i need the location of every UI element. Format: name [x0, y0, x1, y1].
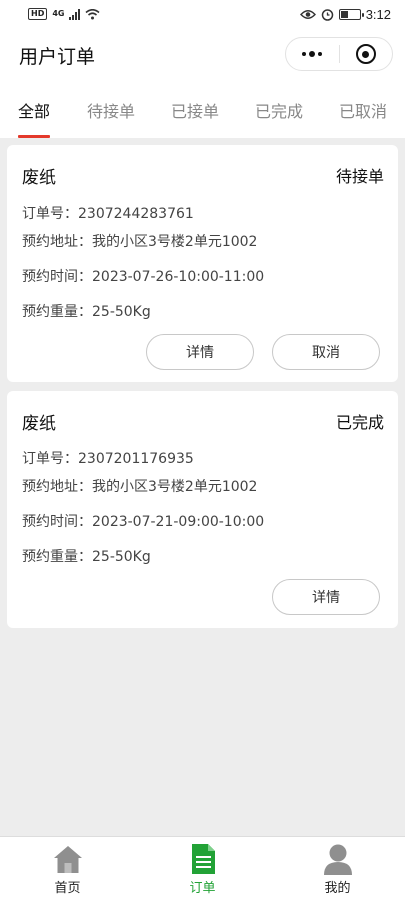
weight-value: 25-50Kg [92, 304, 151, 320]
tabbar-item-mine[interactable]: 我的 [270, 837, 405, 900]
details-button[interactable]: 详情 [146, 334, 254, 370]
weight-row: 预约重量：25-50Kg [22, 546, 151, 566]
tab-completed[interactable]: 已完成 [255, 82, 303, 138]
page-title: 用户订单 [19, 45, 96, 68]
weight-row: 预约重量：25-50Kg [22, 301, 151, 321]
eye-icon [299, 9, 316, 19]
tabbar-label-mine: 我的 [324, 881, 351, 896]
home-icon [52, 843, 84, 875]
order-status: 已完成 [335, 413, 384, 432]
tab-cancelled[interactable]: 已取消 [339, 82, 387, 138]
order-title: 废纸 [22, 168, 56, 188]
time-row: 预约时间：2023-07-21-09:00-10:00 [22, 511, 264, 531]
hd-badge: HD [28, 8, 48, 20]
target-icon [355, 44, 376, 64]
tab-all[interactable]: 全部 [18, 82, 51, 138]
bottom-tab-bar: 首页 订单 我的 [0, 836, 405, 900]
status-bar-right: 3:12 [299, 6, 391, 22]
details-button[interactable]: 详情 [272, 579, 380, 615]
order-number-value: 2307244283761 [78, 206, 194, 222]
weight-value: 25-50Kg [92, 549, 151, 565]
order-number-row: 订单号：2307244283761 [22, 203, 194, 223]
alarm-icon [321, 8, 333, 21]
order-number-row: 订单号：2307201176935 [22, 448, 194, 468]
more-menu-button[interactable] [286, 38, 339, 70]
tab-accepted[interactable]: 已接单 [171, 82, 219, 138]
address-label: 预约地址： [22, 479, 92, 495]
order-card: 废纸 已完成 订单号：2307201176935 预约地址：我的小区3号楼2单元… [7, 391, 398, 628]
order-card: 废纸 待接单 订单号：2307244283761 预约地址：我的小区3号楼2单元… [7, 145, 398, 382]
status-bar: HD 4G 3:12 [0, 0, 405, 28]
order-number-value: 2307201176935 [78, 451, 194, 467]
status-bar-left: HD 4G [28, 8, 101, 20]
time-value: 2023-07-21-09:00-10:00 [92, 514, 265, 530]
cancel-order-button[interactable]: 取消 [272, 334, 380, 370]
nav-header: 用户订单 [0, 28, 405, 82]
tabbar-label-home: 首页 [54, 881, 81, 896]
order-title: 废纸 [22, 414, 56, 434]
address-row: 预约地址：我的小区3号楼2单元1002 [22, 476, 257, 496]
time-label: 预约时间： [22, 269, 92, 285]
address-row: 预约地址：我的小区3号楼2单元1002 [22, 231, 257, 251]
battery-icon [338, 8, 364, 20]
time-row: 预约时间：2023-07-26-10:00-11:00 [22, 266, 264, 286]
tab-pending[interactable]: 待接单 [87, 82, 135, 138]
address-value: 我的小区3号楼2单元1002 [92, 479, 258, 495]
address-label: 预约地址： [22, 234, 92, 250]
user-icon [323, 843, 353, 875]
tabbar-item-orders[interactable]: 订单 [135, 837, 270, 900]
tabbar-item-home[interactable]: 首页 [0, 837, 135, 900]
order-status: 待接单 [335, 167, 384, 186]
time-label: 预约时间： [22, 514, 92, 530]
order-document-icon [190, 843, 216, 875]
time-value: 2023-07-26-10:00-11:00 [92, 269, 265, 285]
clock-time: 3:12 [365, 6, 391, 22]
mini-program-capsule [285, 37, 393, 71]
signal-icon [69, 8, 81, 20]
order-number-label: 订单号： [22, 206, 78, 222]
tabbar-label-orders: 订单 [189, 881, 216, 896]
network-type: 4G [52, 9, 65, 18]
order-number-label: 订单号： [22, 451, 78, 467]
address-value: 我的小区3号楼2单元1002 [92, 234, 258, 250]
order-filter-tabs: 全部 待接单 已接单 已完成 已取消 [0, 82, 405, 138]
wifi-icon [85, 8, 101, 19]
weight-label: 预约重量： [22, 549, 92, 565]
close-mini-program-button[interactable] [339, 38, 392, 70]
weight-label: 预约重量： [22, 304, 92, 320]
